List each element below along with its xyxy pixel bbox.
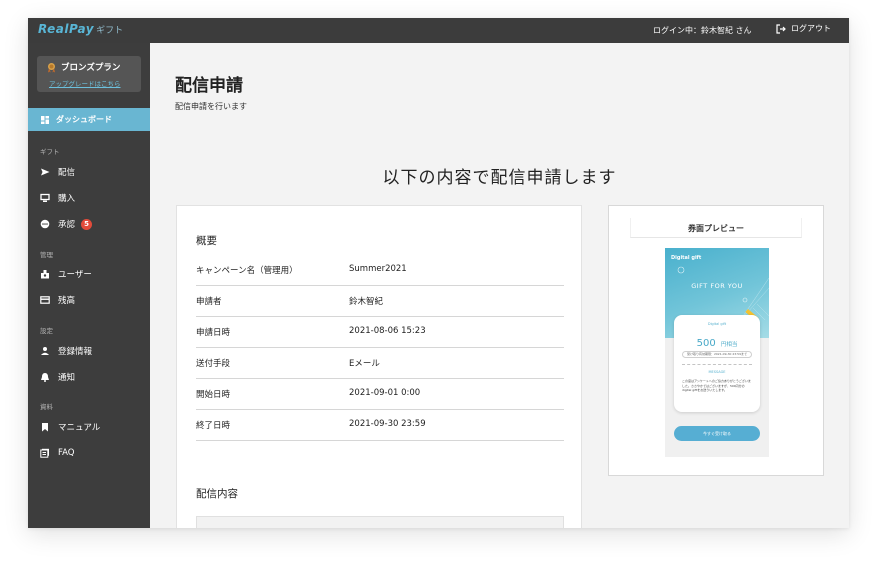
top-bar: RealPay ギフト ログイン中：鈴木智紀 さん ログアウト: [28, 18, 849, 43]
voucher-expiry: 受け取り有効期限：2021-09-30 23:59まで: [682, 351, 752, 358]
brand-subtitle: ギフト: [96, 26, 124, 36]
send-icon: [41, 168, 50, 176]
logout-label: ログアウト: [791, 24, 831, 33]
sidebar-item-label: ダッシュボード: [56, 115, 112, 124]
confirmation-headline: 以下の内容で配信申請します: [382, 168, 617, 188]
sidebar-item-label: 残高: [58, 296, 76, 306]
preview-card: 券面プレビュー Digital gift GIFT FOR YOU Digita…: [608, 205, 824, 476]
content-heading: 配信内容: [196, 488, 238, 500]
voucher-amount-unit: 円相当: [720, 342, 738, 348]
sidebar-item-balance[interactable]: 残高: [40, 293, 75, 307]
sidebar-item-notifications[interactable]: 通知: [40, 370, 75, 384]
sidebar-item-manual[interactable]: マニュアル: [40, 420, 100, 434]
page-title: 配信申請: [175, 76, 243, 96]
voucher-caption: Digital gift: [707, 322, 727, 326]
section-title-manage: 管理: [40, 251, 53, 259]
summary-label: 申請者: [196, 297, 222, 307]
voucher-gift-for-you: GIFT FOR YOU: [691, 282, 743, 290]
voucher-amount: 500 円相当: [674, 331, 760, 350]
main-content: 配信申請 配信申請を行います 以下の内容で配信申請します 概要 キャンペーン名（…: [150, 43, 849, 528]
preview-title: 券面プレビュー: [630, 218, 802, 238]
user-group-icon: [41, 270, 49, 279]
approve-icon: [40, 219, 50, 229]
sidebar: ブロンズプラン アップグレードはこちら ダッシュボード ギフト 配信 購入 承認…: [28, 43, 150, 528]
summary-card: 概要 キャンペーン名（管理用） Summer2021 申請者 鈴木智紀 申請日時…: [176, 205, 582, 528]
sidebar-item-label: 配信: [58, 168, 76, 178]
sidebar-item-profile[interactable]: 登録情報: [40, 344, 92, 358]
summary-label: 開始日時: [196, 390, 231, 400]
voucher-message-title: MESSAGE: [708, 370, 726, 374]
summary-row-applied-at: 申請日時 2021-08-06 15:23: [196, 317, 564, 348]
section-title-gift: ギフト: [40, 148, 60, 156]
bookmark-icon: [42, 423, 48, 432]
logout-icon: [776, 23, 786, 34]
sidebar-item-purchase[interactable]: 購入: [40, 191, 75, 205]
app-window: RealPay ギフト ログイン中：鈴木智紀 さん ログアウト ブロンズプラン …: [28, 18, 849, 528]
logout-button[interactable]: ログアウト: [776, 23, 831, 34]
summary-value: Eメール: [349, 359, 380, 369]
brand-name: RealPay: [38, 22, 95, 36]
sidebar-item-label: マニュアル: [58, 423, 101, 433]
summary-label: 申請日時: [196, 328, 231, 338]
sidebar-item-approve[interactable]: 承認 5: [40, 217, 93, 231]
plan-name: ブロンズプラン: [61, 63, 121, 73]
summary-row-start: 開始日時 2021-09-01 0:00: [196, 379, 564, 410]
voucher-digital-gift: Digital gift: [671, 255, 702, 261]
section-title-settings: 設定: [40, 327, 53, 335]
voucher-preview: Digital gift GIFT FOR YOU Digital gift 5…: [665, 248, 769, 457]
summary-row-end: 終了日時 2021-09-30 23:59: [196, 410, 564, 441]
person-icon: [41, 347, 49, 355]
summary-value: 鈴木智紀: [349, 297, 384, 307]
sidebar-item-label: 購入: [58, 194, 76, 204]
cart-icon: [40, 193, 50, 202]
summary-label: キャンペーン名（管理用）: [196, 266, 298, 276]
sidebar-item-users[interactable]: ユーザー: [40, 267, 92, 281]
sidebar-item-dashboard[interactable]: ダッシュボード: [28, 108, 150, 131]
summary-value: 2021-09-01 0:00: [349, 388, 421, 398]
voucher-receive-button[interactable]: 今すぐ受け取る: [674, 426, 760, 441]
summary-label: 終了日時: [196, 421, 231, 431]
sidebar-item-faq[interactable]: FAQ: [40, 446, 74, 460]
upgrade-link[interactable]: アップグレードはこちら: [49, 78, 121, 88]
sidebar-item-label: 通知: [58, 373, 76, 383]
voucher-message: この度はアンケートへのご協力ありがとうございました。ささやかではございますが、5…: [682, 379, 751, 392]
voucher-divider: [682, 364, 752, 365]
sidebar-item-label: FAQ: [58, 448, 75, 458]
sidebar-item-send[interactable]: 配信: [40, 165, 75, 179]
content-box: [196, 516, 564, 528]
sidebar-item-label: ユーザー: [58, 270, 92, 280]
voucher-amount-value: 500: [696, 338, 716, 349]
login-status: ログイン中：鈴木智紀 さん: [653, 26, 752, 35]
sidebar-item-label: 登録情報: [58, 347, 93, 357]
summary-value: 2021-08-06 15:23: [349, 326, 426, 336]
sidebar-item-label: 承認: [58, 220, 76, 230]
section-title-docs: 資料: [40, 403, 53, 411]
summary-value: Summer2021: [349, 264, 407, 274]
summary-row-applicant: 申請者 鈴木智紀: [196, 286, 564, 317]
brand-logo[interactable]: RealPay ギフト: [38, 22, 123, 36]
summary-row-delivery-method: 送付手段 Eメール: [196, 348, 564, 379]
approval-count-badge: 5: [81, 218, 93, 230]
summary-label: 送付手段: [196, 359, 231, 369]
summary-heading: 概要: [196, 235, 217, 247]
voucher-panel: Digital gift 500 円相当 受け取り有効期限：2021-09-30…: [674, 315, 760, 412]
page-subtitle: 配信申請を行います: [175, 102, 247, 111]
plan-card: ブロンズプラン アップグレードはこちら: [37, 56, 141, 92]
summary-value: 2021-09-30 23:59: [349, 419, 426, 429]
medal-icon: [48, 62, 55, 73]
dashboard-icon: [41, 115, 49, 124]
bell-icon: [41, 373, 49, 382]
card-icon: [40, 296, 50, 304]
summary-row-campaign: キャンペーン名（管理用） Summer2021: [196, 255, 564, 286]
faq-icon: [40, 448, 49, 458]
